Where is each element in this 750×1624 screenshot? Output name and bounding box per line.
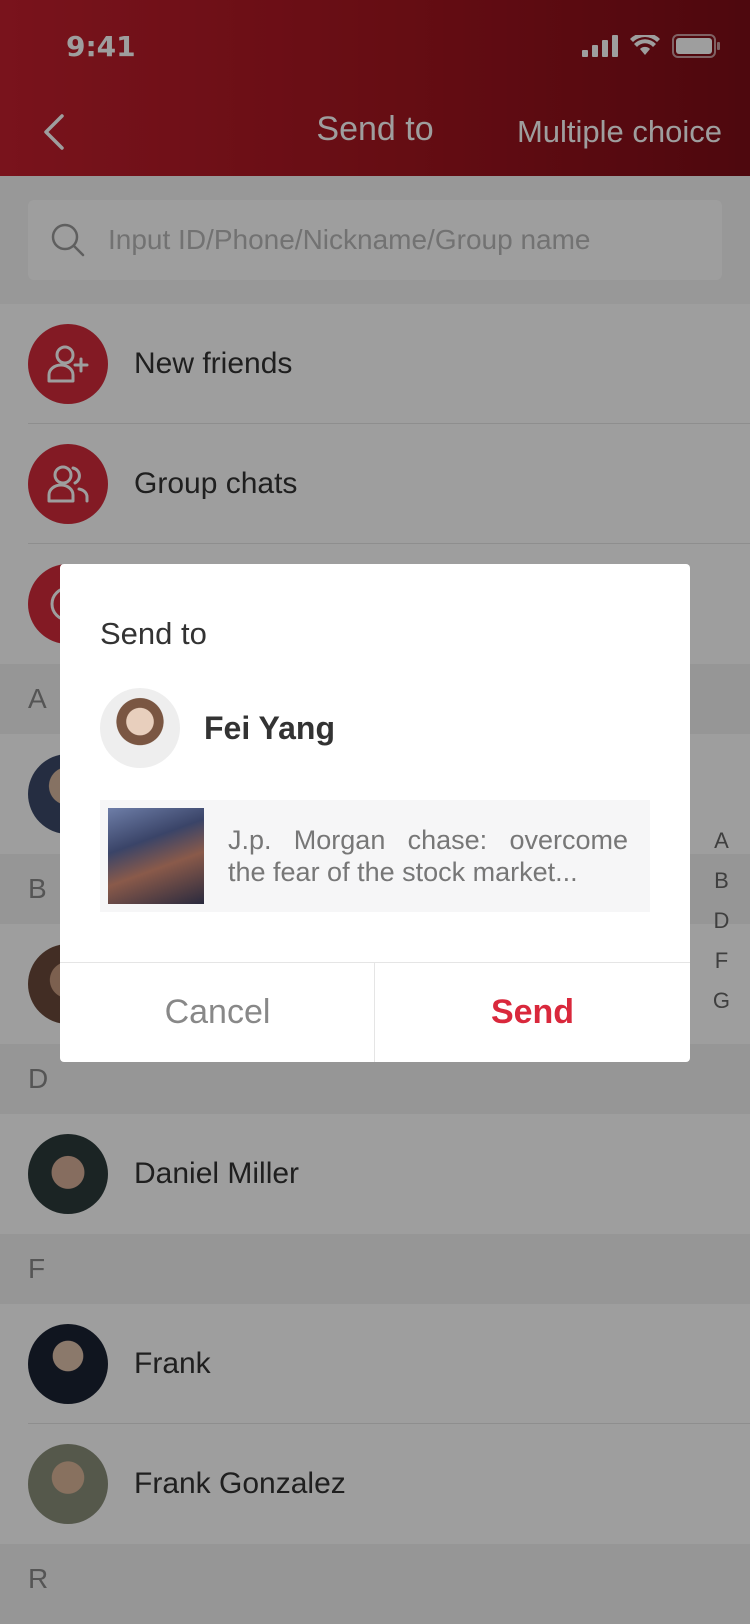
- share-thumbnail: [108, 808, 204, 904]
- recipient-name: Fei Yang: [204, 709, 336, 746]
- send-button[interactable]: Send: [375, 962, 690, 1062]
- avatar: [100, 688, 180, 768]
- cancel-button[interactable]: Cancel: [60, 962, 375, 1062]
- dialog-title: Send to: [100, 616, 207, 651]
- send-dialog: Send to Fei Yang J.p. Morgan chase: over…: [60, 564, 690, 1062]
- share-card: J.p. Morgan chase: overcome the fear of …: [100, 800, 650, 912]
- share-text: J.p. Morgan chase: overcome the fear of …: [228, 825, 628, 887]
- recipient: Fei Yang: [100, 688, 335, 768]
